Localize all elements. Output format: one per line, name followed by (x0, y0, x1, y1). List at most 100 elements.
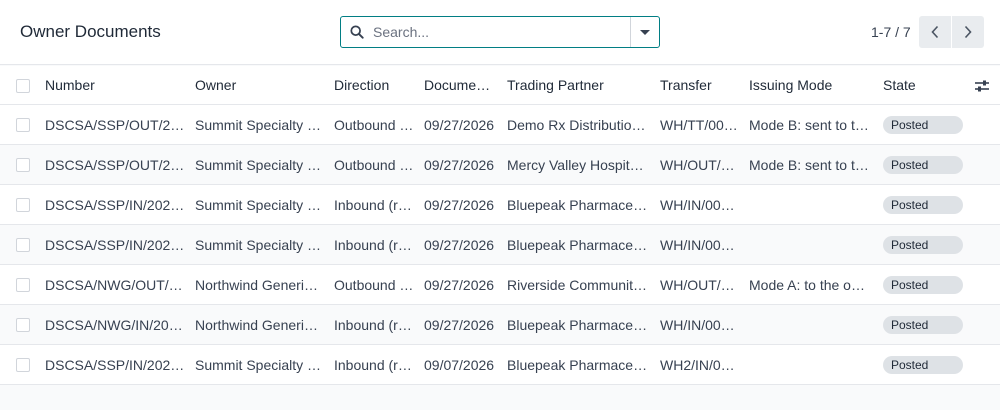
cell-issuing-mode: Mode B: sent to t… (749, 116, 869, 133)
cell-document-date: 09/27/2026 (424, 236, 495, 253)
cell-number: DSCSA/SSP/IN/202… (45, 356, 185, 373)
cell-transfer: WH/TT/00… (660, 116, 738, 133)
cell-owner: Summit Specialty … (195, 236, 322, 253)
column-header-state[interactable]: State (883, 66, 963, 104)
cell-transfer: WH/IN/00… (660, 196, 735, 213)
cell-state: Posted (883, 345, 963, 384)
cell-direction: Outbound … (334, 276, 414, 293)
chevron-left-icon (931, 25, 939, 39)
table-row[interactable]: DSCSA/NWG/IN/20… Northwind Generic… Inbo… (0, 305, 1000, 345)
search-box[interactable] (340, 16, 660, 48)
column-header-direction[interactable]: Direction (334, 66, 414, 104)
cell-document-date: 09/07/2026 (424, 356, 495, 373)
column-header-issuing-mode[interactable]: Issuing Mode (749, 66, 870, 104)
cell-trading-partner: Riverside Communit… (507, 276, 648, 293)
page-title: Owner Documents (20, 22, 161, 41)
column-header-number[interactable]: Number (45, 66, 185, 104)
cell-issuing-mode (749, 185, 870, 224)
cell-direction: Inbound (r… (334, 356, 412, 373)
cell-issuing-mode: Mode A: to the o… (749, 276, 865, 293)
status-badge: Posted (883, 355, 963, 374)
cell-owner: Northwind Generic… (195, 316, 324, 333)
status-badge: Posted (883, 235, 963, 254)
cell-document-date: 09/27/2026 (424, 196, 495, 213)
table-row[interactable]: DSCSA/SSP/IN/202… Summit Specialty … Inb… (0, 345, 1000, 385)
search-input[interactable] (373, 18, 630, 46)
cell-transfer: WH2/IN/0… (660, 356, 735, 373)
row-checkbox[interactable] (16, 278, 30, 292)
cell-number: DSCSA/SSP/OUT/2… (45, 116, 185, 133)
cell-document-date: 09/27/2026 (424, 276, 495, 293)
cell-issuing-mode: Mode B: sent to t… (749, 156, 869, 173)
column-header-trading-partner[interactable]: Trading Partner (507, 66, 648, 104)
cell-owner: Northwind Generic… (195, 276, 324, 293)
pager-next-button[interactable] (952, 16, 984, 48)
cell-trading-partner: Demo Rx Distributio… (507, 116, 646, 133)
row-checkbox[interactable] (16, 318, 30, 332)
row-checkbox[interactable] (16, 238, 30, 252)
cell-trading-partner: Mercy Valley Hospit… (507, 156, 644, 173)
status-badge: Posted (883, 275, 963, 294)
status-badge: Posted (883, 155, 963, 174)
cell-document-date: 09/27/2026 (424, 116, 495, 133)
search-icon (341, 17, 373, 47)
cell-owner: Summit Specialty … (195, 156, 322, 173)
cell-direction: Inbound (r… (334, 196, 412, 213)
status-badge: Posted (883, 115, 963, 134)
status-badge: Posted (883, 315, 963, 334)
table-header: Number Owner Direction Docume… Trading P… (0, 66, 1000, 105)
search-options-toggle[interactable] (630, 17, 659, 47)
cell-state: Posted (883, 145, 963, 184)
column-header-transfer[interactable]: Transfer (660, 66, 739, 104)
cell-owner: Summit Specialty … (195, 356, 322, 373)
table-row[interactable]: DSCSA/SSP/OUT/2… Summit Specialty … Outb… (0, 105, 1000, 145)
table-row[interactable]: DSCSA/SSP/IN/202… Summit Specialty … Inb… (0, 185, 1000, 225)
row-checkbox[interactable] (16, 118, 30, 132)
cell-transfer: WH/OUT/… (660, 156, 735, 173)
select-all-checkbox[interactable] (16, 79, 30, 93)
control-panel: Owner Documents 1-7 / 7 (0, 0, 1000, 65)
cell-direction: Inbound (r… (334, 316, 412, 333)
cell-document-date: 09/27/2026 (424, 156, 495, 173)
cell-direction: Outbound … (334, 156, 414, 173)
cell-document-date: 09/27/2026 (424, 316, 495, 333)
owner-documents-table: Number Owner Direction Docume… Trading P… (0, 66, 1000, 385)
cell-trading-partner: Bluepeak Pharmace… (507, 316, 648, 333)
table-row[interactable]: DSCSA/SSP/IN/202… Summit Specialty … Inb… (0, 225, 1000, 265)
cell-state: Posted (883, 305, 963, 344)
cell-transfer: WH/IN/00… (660, 236, 735, 253)
cell-owner: Summit Specialty … (195, 116, 322, 133)
row-checkbox[interactable] (16, 358, 30, 372)
row-checkbox[interactable] (16, 198, 30, 212)
status-badge: Posted (883, 195, 963, 214)
cell-direction: Inbound (r… (334, 236, 412, 253)
cell-owner: Summit Specialty … (195, 196, 322, 213)
cell-transfer: WH/IN/00… (660, 316, 735, 333)
cell-number: DSCSA/SSP/OUT/2… (45, 156, 185, 173)
cell-state: Posted (883, 185, 963, 224)
pager-previous-button[interactable] (919, 16, 951, 48)
sliders-icon[interactable] (974, 78, 990, 94)
cell-trading-partner: Bluepeak Pharmace… (507, 236, 648, 253)
table-row[interactable]: DSCSA/SSP/OUT/2… Summit Specialty … Outb… (0, 145, 1000, 185)
cell-issuing-mode (749, 225, 870, 264)
cell-number: DSCSA/SSP/IN/202… (45, 196, 185, 213)
cell-state: Posted (883, 225, 963, 264)
cell-number: DSCSA/NWG/IN/20… (45, 316, 183, 333)
cell-state: Posted (883, 105, 963, 144)
cell-number: DSCSA/NWG/OUT/… (45, 276, 183, 293)
cell-direction: Outbound … (334, 116, 414, 133)
cell-state: Posted (883, 265, 963, 304)
column-header-document-date[interactable]: Docume… (424, 66, 497, 104)
chevron-right-icon (964, 25, 972, 39)
cell-number: DSCSA/SSP/IN/202… (45, 236, 185, 253)
cell-issuing-mode (749, 345, 870, 384)
cell-issuing-mode (749, 305, 870, 344)
column-header-owner[interactable]: Owner (195, 66, 324, 104)
cell-trading-partner: Bluepeak Pharmace… (507, 356, 648, 373)
cell-trading-partner: Bluepeak Pharmace… (507, 196, 648, 213)
table-row[interactable]: DSCSA/NWG/OUT/… Northwind Generic… Outbo… (0, 265, 1000, 305)
row-checkbox[interactable] (16, 158, 30, 172)
cell-transfer: WH/OUT/… (660, 276, 735, 293)
pager-value[interactable]: 1-7 / 7 (871, 24, 911, 40)
